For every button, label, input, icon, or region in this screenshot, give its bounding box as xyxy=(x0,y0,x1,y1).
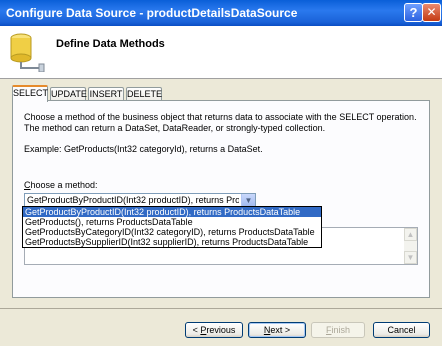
close-button[interactable]: ✕ xyxy=(422,3,441,22)
window-title: Configure Data Source - productDetailsDa… xyxy=(6,6,298,20)
page-title: Define Data Methods xyxy=(56,38,165,50)
next-button[interactable]: Next > xyxy=(248,322,306,338)
tab-delete[interactable]: DELETE xyxy=(126,87,162,101)
footer-divider xyxy=(0,308,442,309)
cancel-button[interactable]: Cancel xyxy=(373,322,430,338)
method-option[interactable]: GetProductsByCategoryID(Int32 categoryID… xyxy=(23,227,321,237)
choose-method-label: Choose a method: xyxy=(24,180,98,190)
vertical-scrollbar[interactable]: ▲ ▼ xyxy=(404,228,417,264)
method-example: Example: GetProducts(Int32 categoryId), … xyxy=(24,144,263,154)
method-dropdown-list[interactable]: GetProductByProductID(Int32 productID), … xyxy=(22,206,322,248)
database-icon xyxy=(10,33,45,72)
title-bar: Configure Data Source - productDetailsDa… xyxy=(0,0,442,26)
method-option[interactable]: GetProducts(), returns ProductsDataTable xyxy=(23,217,321,227)
previous-button-label: revious xyxy=(206,325,236,335)
tab-select[interactable]: SELECT xyxy=(12,85,48,102)
finish-button-label: inish xyxy=(331,325,350,335)
previous-button[interactable]: < Previous xyxy=(185,322,243,338)
tab-update[interactable]: UPDATE xyxy=(50,87,87,101)
select-tab-panel: Choose a method of the business object t… xyxy=(12,100,430,298)
wizard-header: Define Data Methods xyxy=(0,26,442,79)
method-option[interactable]: GetProductsBySupplierID(Int32 supplierID… xyxy=(23,237,321,247)
choose-label-text: hoose a method: xyxy=(30,180,98,190)
tab-insert[interactable]: INSERT xyxy=(88,87,124,101)
scroll-down-icon[interactable]: ▼ xyxy=(404,251,417,264)
scroll-up-icon[interactable]: ▲ xyxy=(404,228,417,241)
help-button[interactable]: ? xyxy=(404,3,423,22)
method-option[interactable]: GetProductByProductID(Int32 productID), … xyxy=(23,207,321,217)
finish-button[interactable]: Finish xyxy=(311,322,365,338)
method-description: Choose a method of the business object t… xyxy=(24,112,417,133)
next-button-label: ext > xyxy=(270,325,291,335)
